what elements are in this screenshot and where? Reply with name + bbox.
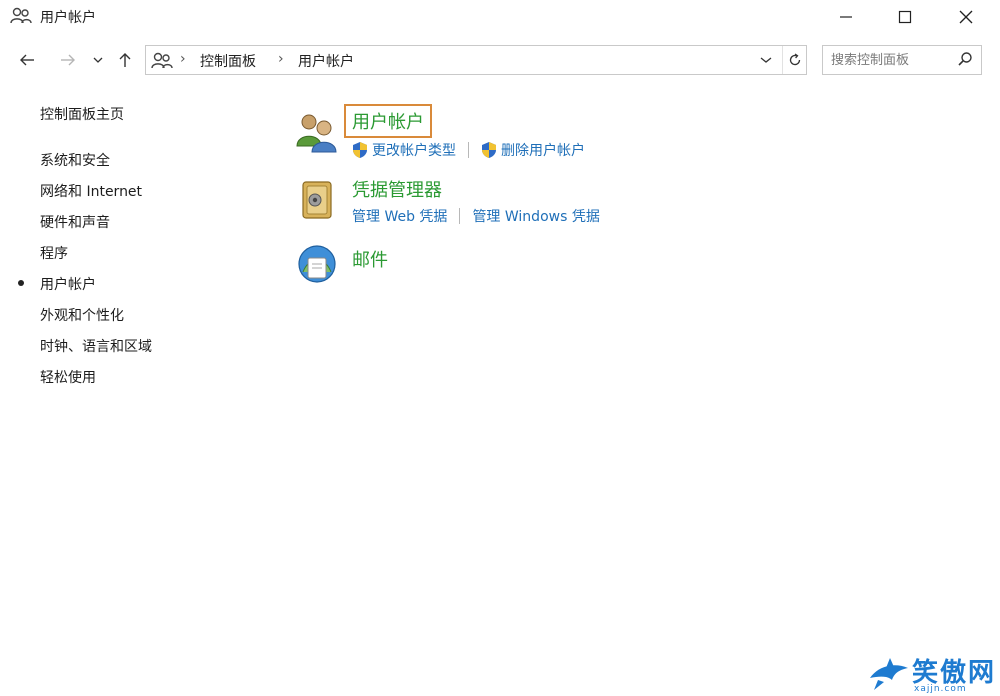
title-bar: 用户帐户 [0,0,1000,34]
manage-windows-credentials-link[interactable]: 管理 Windows 凭据 [472,206,599,226]
change-account-type-link[interactable]: 更改帐户类型 [352,140,456,160]
search-input[interactable] [831,50,949,70]
up-button[interactable] [114,48,136,72]
category-title-mail[interactable]: 邮件 [352,246,388,272]
sidebar-item-clock-language-region[interactable]: 时钟、语言和区域 [40,336,152,356]
sidebar-item-appearance[interactable]: 外观和个性化 [40,305,124,325]
category-links: 更改帐户类型 删除用户帐户 [352,140,585,160]
minimize-icon [840,16,852,18]
breadcrumb-separator[interactable]: › [180,51,186,67]
chevron-down-icon [760,57,772,63]
shark-logo-icon [870,658,908,690]
breadcrumb-control-panel[interactable]: 控制面板 [200,51,256,71]
mail-icon[interactable] [294,242,340,288]
arrow-left-icon [20,54,34,66]
minimize-button[interactable] [818,0,874,34]
sidebar-item-system-security[interactable]: 系统和安全 [40,150,110,170]
arrow-right-icon [61,54,75,66]
breadcrumb-user-accounts[interactable]: 用户帐户 [298,51,354,71]
recent-locations-button[interactable] [90,48,106,72]
users-icon[interactable] [294,108,340,154]
back-button[interactable] [14,48,40,72]
sidebar-item-network-internet[interactable]: 网络和 Internet [40,181,142,201]
selected-bullet [18,280,24,286]
sidebar-item-user-accounts[interactable]: 用户帐户 [40,274,96,294]
close-button[interactable] [938,0,994,34]
change-account-type-label: 更改帐户类型 [372,143,456,159]
refresh-button[interactable] [782,46,807,74]
refresh-icon [789,53,801,66]
arrow-up-icon [119,53,131,67]
category-title-user-accounts[interactable]: 用户帐户 [344,104,432,138]
link-divider [468,142,469,158]
link-divider [459,208,461,224]
breadcrumb-separator[interactable]: › [278,51,284,67]
users-icon [10,7,32,24]
watermark: 笑傲网 xajjn.com [868,652,1000,696]
uac-shield-icon [482,142,496,158]
sidebar-item-ease-of-access[interactable]: 轻松使用 [40,367,96,387]
sidebar-home-link[interactable]: 控制面板主页 [40,104,124,124]
delete-user-account-label: 删除用户帐户 [501,143,585,159]
forward-button[interactable] [55,48,81,72]
watermark-url: xajjn.com [914,684,967,694]
address-bar[interactable]: › 控制面板 › 用户帐户 [145,45,807,75]
manage-web-credentials-link[interactable]: 管理 Web 凭据 [352,206,447,226]
chevron-down-icon [93,57,103,63]
window-title: 用户帐户 [40,10,96,26]
navigation-bar: › 控制面板 › 用户帐户 [0,40,1000,80]
maximize-button[interactable] [877,0,933,34]
search-box[interactable] [822,45,982,75]
category-links: 管理 Web 凭据 管理 Windows 凭据 [352,206,600,226]
credential-vault-icon[interactable] [294,178,340,224]
close-icon [959,10,973,24]
maximize-icon [898,10,912,24]
users-icon [151,52,173,69]
search-icon[interactable] [957,51,973,67]
sidebar-item-hardware-sound[interactable]: 硬件和声音 [40,212,110,232]
category-title-credential-manager[interactable]: 凭据管理器 [352,176,442,202]
delete-user-account-link[interactable]: 删除用户帐户 [481,140,585,160]
address-dropdown-button[interactable] [754,46,778,74]
uac-shield-icon [353,142,367,158]
sidebar-item-programs[interactable]: 程序 [40,243,68,263]
